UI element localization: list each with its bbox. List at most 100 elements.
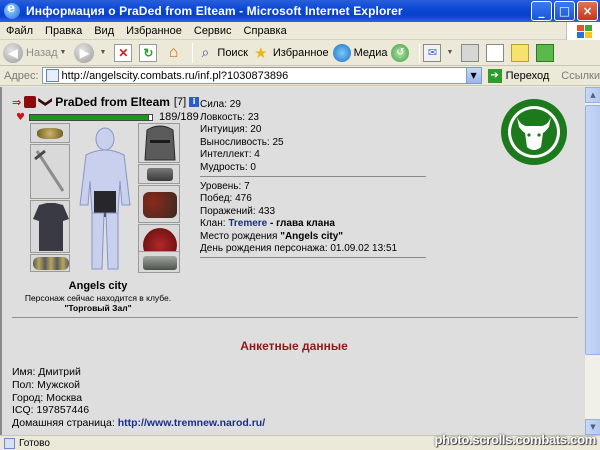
messenger-button[interactable] [536, 42, 557, 64]
back-label: Назад [26, 46, 58, 59]
info-clan: Клан: Tremere - глава клана [200, 218, 397, 230]
home-button[interactable]: ⌂ [164, 42, 185, 64]
mail-button[interactable]: ✉ ▼ [423, 42, 457, 64]
watermark: photo.scrolls.combats.com [434, 432, 596, 447]
go-button[interactable]: ➔ Переход [487, 68, 550, 83]
hp-text: 189/189 [158, 111, 199, 123]
mail-dropdown-icon[interactable]: ▼ [446, 49, 453, 56]
scroll-thumb[interactable] [585, 105, 600, 355]
menu-help[interactable]: Справка [238, 25, 293, 37]
anketa-city: Город: Москва [12, 391, 83, 404]
helmet-icon [144, 125, 176, 161]
info-icon[interactable]: i [189, 97, 200, 107]
menu-favorites[interactable]: Избранное [120, 25, 188, 37]
close-button[interactable]: × [577, 1, 598, 21]
discuss-button[interactable] [511, 42, 532, 64]
character-level: [7] [173, 96, 187, 108]
search-button[interactable]: ⌕ Поиск [196, 42, 247, 64]
address-bar: Адрес: http://angelscity.combats.ru/inf.… [0, 66, 600, 86]
windows-logo-icon [566, 22, 600, 40]
anketa-sex: Пол: Мужской [12, 378, 81, 391]
home-icon: ⌂ [168, 43, 179, 61]
slot-earrings[interactable] [30, 123, 70, 143]
page-content: ⇒ PraDed from Elteam [7] i ♥ 189/189 Ang… [0, 87, 584, 435]
boots-icon [143, 256, 177, 270]
stat-intellect: Интеллект: 4 [200, 149, 260, 161]
messenger-icon [536, 43, 555, 62]
window-titlebar: Информация о PraDed from Elteam - Micros… [0, 0, 600, 22]
menu-edit[interactable]: Правка [39, 25, 88, 37]
back-arrow-icon: ◀ [3, 42, 23, 63]
earrings-icon [37, 128, 63, 139]
info-divider [200, 257, 426, 258]
refresh-button[interactable]: ↻ [139, 42, 160, 64]
go-label: Переход [505, 69, 550, 82]
heart-icon: ♥ [16, 111, 25, 123]
back-button[interactable]: ◀ Назад ▼ [3, 42, 70, 64]
stat-strength: Сила: 29 [200, 99, 241, 110]
menu-view[interactable]: Вид [88, 25, 120, 37]
back-dropdown-icon[interactable]: ▼ [60, 49, 67, 56]
stat-endurance: Выносливость: 25 [200, 136, 284, 148]
toolbar: ◀ Назад ▼ ▶ ▼ ✕ ↻ ⌂ ⌕ Поиск ★ Избранное … [0, 40, 600, 66]
status-text: Готово [19, 437, 50, 449]
hp-line: ♥ 189/189 [16, 111, 199, 123]
bracers-icon [147, 168, 173, 181]
links-button[interactable]: Ссылки [561, 70, 600, 82]
address-input[interactable]: http://angelscity.combats.ru/inf.pl?1030… [41, 67, 482, 84]
scroll-up-icon[interactable]: ▲ [585, 87, 600, 103]
menu-tools[interactable]: Сервис [188, 25, 238, 37]
info-list: Уровень: 7 Побед: 476 Поражений: 433 Кла… [200, 181, 397, 255]
clan-link[interactable]: Tremere [228, 218, 267, 229]
menu-file[interactable]: Файл [0, 25, 39, 37]
ie-icon [4, 1, 20, 19]
clan-emblem-icon[interactable] [499, 97, 569, 167]
slot-gloves[interactable] [138, 185, 180, 223]
vertical-scrollbar[interactable]: ▲ ▼ [584, 87, 600, 435]
history-button[interactable]: ↺ [391, 42, 412, 64]
edit-icon [486, 43, 505, 62]
media-globe-icon [332, 43, 351, 62]
hp-bar [28, 113, 149, 121]
refresh-icon: ↻ [139, 43, 158, 62]
stop-button[interactable]: ✕ [114, 42, 135, 64]
birthplace-label: Место рождения [200, 230, 281, 242]
page-icon [45, 69, 59, 82]
slot-armor[interactable] [30, 200, 70, 253]
slot-rings[interactable] [30, 254, 70, 272]
anketa-title: Анкетные данные [240, 339, 348, 353]
forward-button[interactable]: ▶ ▼ [74, 42, 110, 64]
toolbar-separator [419, 42, 421, 63]
arrow-icon[interactable]: ⇒ [12, 96, 21, 109]
forward-arrow-icon: ▶ [74, 42, 95, 63]
location-note: Персонаж сейчас находится в клубе. [24, 293, 172, 303]
homepage-label: Домашняя страница: [12, 417, 118, 430]
media-button[interactable]: Медиа [332, 42, 387, 64]
maximize-button[interactable]: □ [554, 1, 575, 21]
stop-icon: ✕ [114, 43, 133, 62]
slot-bracers[interactable] [138, 164, 180, 184]
slot-weapon[interactable] [30, 144, 70, 199]
slot-helmet[interactable] [138, 123, 180, 163]
character-figure [79, 127, 131, 270]
favorites-label: Избранное [272, 46, 329, 59]
favorites-star-icon: ★ [254, 44, 268, 62]
rings-icon [33, 257, 69, 270]
forward-dropdown-icon[interactable]: ▼ [99, 49, 106, 56]
edit-button[interactable] [486, 42, 507, 64]
location-place: "Торговый Зал" [64, 303, 132, 313]
location-city: Angels city [68, 280, 128, 292]
homepage-link[interactable]: http://www.tremnew.narod.ru/ [118, 417, 265, 429]
info-wins: Побед: 476 [200, 193, 252, 205]
info-birthplace: Место рождения "Angels city" [200, 231, 397, 243]
clan-sign-icon[interactable] [24, 96, 37, 108]
address-url[interactable]: http://angelscity.combats.ru/inf.pl?1030… [62, 70, 289, 82]
print-button[interactable] [461, 42, 482, 64]
favorites-button[interactable]: ★ Избранное [252, 42, 329, 64]
stat-agility: Ловкость: 23 [200, 111, 259, 123]
slot-boots[interactable] [138, 251, 180, 273]
address-dropdown-icon[interactable]: ▼ [465, 68, 481, 83]
minimize-button[interactable]: _ [531, 1, 552, 21]
stats-list: Сила: 29 Ловкость: 23 Интуиция: 20 Вынос… [200, 99, 284, 175]
gloves-icon [143, 192, 177, 218]
